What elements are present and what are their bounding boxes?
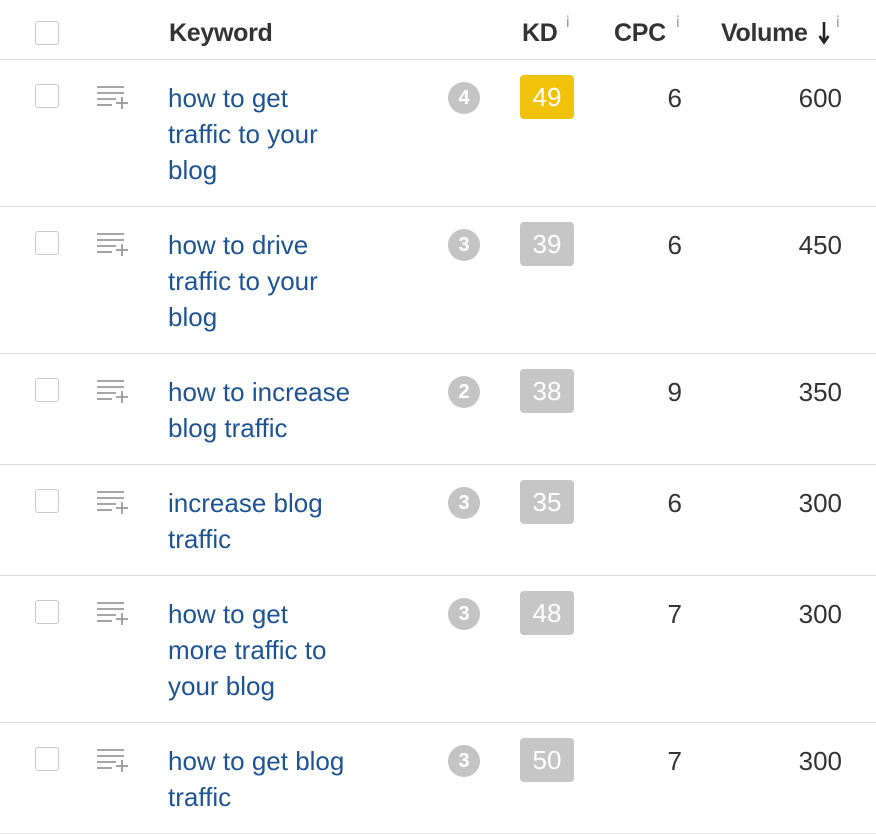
keyword-line: blog: [168, 155, 218, 185]
table-row: increase blog traffic 3 35 6 300: [0, 465, 876, 576]
keyword-line: more traffic to: [168, 635, 327, 665]
keyword-line: blog traffic: [168, 413, 288, 443]
row-checkbox[interactable]: [35, 378, 59, 402]
kd-score-badge: 50: [520, 738, 574, 782]
volume-value: 300: [798, 599, 842, 629]
volume-value: 450: [798, 230, 842, 260]
keyword-line: traffic to your: [168, 266, 318, 296]
table-header: Keyword KD i CPC i Volume i: [0, 0, 876, 60]
cpc-value: 9: [667, 377, 682, 407]
serp-features-badge[interactable]: 3: [448, 487, 480, 519]
kd-score-badge: 39: [520, 222, 574, 266]
add-to-list-icon[interactable]: [96, 489, 130, 515]
keyword-link[interactable]: how to increase blog traffic: [168, 374, 418, 446]
table-row: how to get traffic to your blog 4 49 6 600: [0, 60, 876, 207]
row-checkbox[interactable]: [35, 747, 59, 771]
serp-features-badge[interactable]: 4: [448, 82, 480, 114]
kd-score-badge: 35: [520, 480, 574, 524]
keyword-column-header[interactable]: Keyword: [169, 19, 273, 47]
keyword-line: blog: [168, 302, 218, 332]
table-row: how to increase blog traffic 2 38 9 350: [0, 354, 876, 465]
keyword-line: your blog: [168, 671, 275, 701]
table-row: how to get blog traffic 3 50 7 300: [0, 723, 876, 834]
cpc-info-icon[interactable]: i: [676, 15, 680, 31]
cpc-value: 6: [667, 230, 682, 260]
serp-features-badge[interactable]: 3: [448, 598, 480, 630]
table-body: how to get traffic to your blog 4 49 6 600 how …: [0, 60, 876, 834]
volume-column-header[interactable]: Volume: [721, 19, 808, 47]
kd-info-icon[interactable]: i: [566, 15, 570, 31]
keyword-line: how to get: [168, 83, 288, 113]
row-checkbox[interactable]: [35, 231, 59, 255]
keyword-line: how to drive: [168, 230, 309, 260]
kd-column-header[interactable]: KD: [522, 19, 558, 47]
kd-score-badge: 48: [520, 591, 574, 635]
keyword-line: traffic: [168, 524, 232, 554]
kd-score-badge: 38: [520, 369, 574, 413]
keyword-link[interactable]: increase blog traffic: [168, 485, 418, 557]
keyword-link[interactable]: how to get blog traffic: [168, 743, 418, 815]
volume-value: 300: [798, 488, 842, 518]
select-all-checkbox[interactable]: [35, 21, 59, 45]
serp-features-badge[interactable]: 3: [448, 229, 480, 261]
cpc-value: 7: [667, 599, 682, 629]
keyword-line: increase blog: [168, 488, 323, 518]
keyword-link[interactable]: how to get more traffic to your blog: [168, 596, 418, 704]
volume-value: 300: [798, 746, 842, 776]
keyword-link[interactable]: how to drive traffic to your blog: [168, 227, 418, 335]
cpc-column-header[interactable]: CPC: [614, 19, 666, 47]
table-row: how to get more traffic to your blog 3 48 7 30…: [0, 576, 876, 723]
add-to-list-icon[interactable]: [96, 600, 130, 626]
row-checkbox[interactable]: [35, 600, 59, 624]
add-to-list-icon[interactable]: [96, 747, 130, 773]
add-to-list-icon[interactable]: [96, 231, 130, 257]
volume-info-icon[interactable]: i: [836, 15, 840, 31]
cpc-value: 6: [667, 83, 682, 113]
row-checkbox[interactable]: [35, 84, 59, 108]
cpc-value: 7: [667, 746, 682, 776]
volume-value: 600: [798, 83, 842, 113]
add-to-list-icon[interactable]: [96, 84, 130, 110]
row-checkbox[interactable]: [35, 489, 59, 513]
keyword-line: how to get blog: [168, 746, 345, 776]
keyword-line: traffic: [168, 782, 232, 812]
kd-score-badge: 49: [520, 75, 574, 119]
cpc-value: 6: [667, 488, 682, 518]
keyword-line: traffic to your: [168, 119, 318, 149]
sort-down-arrow-icon[interactable]: [818, 21, 830, 45]
add-to-list-icon[interactable]: [96, 378, 130, 404]
serp-features-badge[interactable]: 2: [448, 376, 480, 408]
keyword-link[interactable]: how to get traffic to your blog: [168, 80, 418, 188]
volume-value: 350: [798, 377, 842, 407]
keyword-line: how to get: [168, 599, 288, 629]
keyword-line: how to increase: [168, 377, 351, 407]
serp-features-badge[interactable]: 3: [448, 745, 480, 777]
table-row: how to drive traffic to your blog 3 39 6 450: [0, 207, 876, 354]
keywords-table: Keyword KD i CPC i Volume i how to get tr…: [0, 0, 876, 834]
